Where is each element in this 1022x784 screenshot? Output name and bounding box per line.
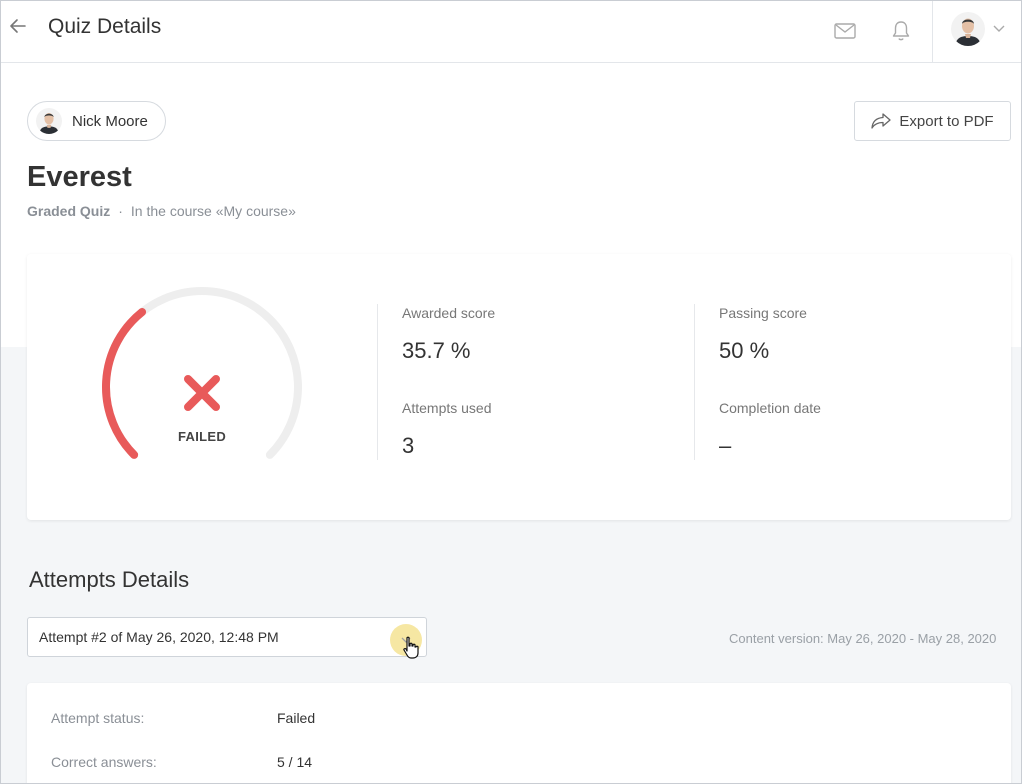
avatar (36, 108, 62, 134)
completion-date-label: Completion date (719, 400, 821, 416)
app-window: Quiz Details Nick Moore Export to PDF Ev… (0, 0, 1022, 784)
mail-icon (834, 23, 856, 39)
attempts-used-value: 3 (402, 433, 415, 458)
export-label: Export to PDF (899, 112, 994, 130)
notifications-button[interactable] (889, 19, 913, 43)
quiz-meta: Graded Quiz · In the course «My course» (27, 203, 296, 219)
awarded-score-value: 35.7 % (402, 338, 471, 363)
stat-divider (377, 304, 378, 460)
score-card: FAILED Awarded score 35.7 % Passing scor… (27, 254, 1011, 520)
avatar (951, 12, 985, 46)
attempts-used-label: Attempts used (402, 400, 492, 416)
awarded-score-label: Awarded score (402, 305, 496, 321)
learner-chip[interactable]: Nick Moore (27, 101, 166, 141)
attempts-title: Attempts Details (29, 567, 190, 592)
attempt-status-label: Attempt status: (51, 710, 145, 726)
share-arrow-icon (871, 113, 892, 129)
attempt-details-card: Attempt status: Failed Correct answers: … (27, 683, 1011, 783)
result-status: FAILED (177, 429, 227, 444)
back-button[interactable] (7, 15, 29, 37)
score-gauge: FAILED (97, 282, 307, 492)
export-to-pdf-button[interactable]: Export to PDF (854, 101, 1011, 141)
content-version: Content version: May 26, 2020 - May 28, … (729, 631, 997, 646)
stat-divider (694, 304, 695, 460)
correct-answers-value: 5 / 14 (277, 754, 313, 770)
passing-score-label: Passing score (719, 305, 807, 321)
course-name: In the course «My course» (130, 203, 296, 219)
quiz-type: Graded Quiz (27, 203, 111, 219)
header-divider (932, 1, 933, 63)
learner-name: Nick Moore (72, 112, 148, 130)
meta-separator: · (118, 203, 123, 219)
attempt-select-value: Attempt #2 of May 26, 2020, 12:48 PM (39, 629, 279, 645)
completion-date-value: – (719, 433, 732, 458)
passing-score-value: 50 % (719, 338, 770, 363)
page-title: Quiz Details (48, 15, 162, 38)
attempt-select[interactable]: Attempt #2 of May 26, 2020, 12:48 PM (27, 617, 427, 659)
user-avatar-icon (955, 18, 981, 46)
top-bar: Quiz Details (1, 1, 1021, 63)
hand-cursor-icon (403, 636, 419, 659)
messages-button[interactable] (833, 19, 857, 43)
correct-answers-label: Correct answers: (51, 754, 157, 770)
x-icon (183, 374, 221, 417)
quiz-title: Everest (27, 161, 132, 193)
arrow-left-icon (10, 19, 26, 33)
chevron-down-icon (993, 25, 1005, 32)
user-avatar-icon (39, 112, 59, 134)
bell-icon (892, 21, 910, 41)
attempt-status-value: Failed (277, 710, 316, 726)
user-menu[interactable] (951, 11, 1011, 47)
